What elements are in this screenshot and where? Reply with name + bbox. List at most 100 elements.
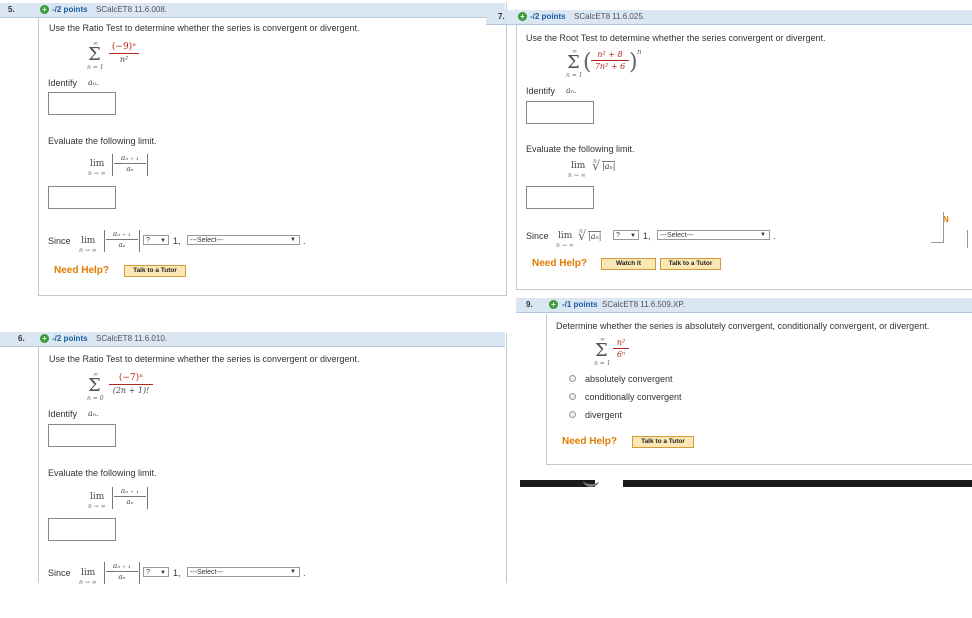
source-label: SCalcET8 11.6.025.	[574, 12, 646, 21]
sum-lower: n = 1	[87, 64, 104, 71]
dropdown-arrow-icon: ▼	[630, 233, 636, 239]
conclusion-select[interactable]: ---Select--- ▼	[187, 235, 300, 245]
since-label: Since	[526, 231, 549, 241]
instruction-text: Use the Ratio Test to determine whether …	[49, 354, 360, 364]
since-lim: lim	[81, 236, 96, 246]
lim-label: lim	[90, 159, 105, 169]
root-body: |aₙ|	[602, 161, 616, 171]
sum-lower: n = 0	[87, 395, 104, 402]
radio-divergent[interactable]	[569, 411, 576, 418]
instruction-text: Use the Ratio Test to determine whether …	[49, 23, 360, 33]
since-lim-sub: n → ∞	[79, 247, 97, 254]
term-denominator: (2n + 1)!	[112, 386, 150, 395]
expand-icon[interactable]: +	[40, 5, 49, 14]
series-term: n² + 8 7n² + 6	[591, 50, 629, 71]
comparison-select-value: ?	[616, 232, 620, 239]
expand-icon[interactable]: +	[40, 334, 49, 343]
edge-divider	[967, 230, 968, 248]
series-term: n² 6ⁿ	[613, 338, 629, 359]
dropdown-arrow-icon: ▼	[760, 232, 766, 238]
comparison-select[interactable]: ? ▼	[143, 567, 169, 577]
question-7-header: 7. + -/2 points SCalcET8 11.6.025.	[486, 10, 972, 25]
since-label: Since	[48, 568, 71, 578]
an-answer-input[interactable]	[48, 424, 116, 447]
question-number: 9.	[526, 300, 533, 309]
need-help-label: Need Help?	[54, 265, 110, 276]
conclusion-select[interactable]: ---Select--- ▼	[187, 567, 300, 577]
series-term: (−9)ⁿ n²	[109, 42, 139, 64]
radical-sign: √	[592, 159, 601, 174]
comparison-select-value: ?	[146, 569, 150, 576]
identify-label: Identify	[48, 409, 78, 419]
series-term: (−7)ⁿ (2n + 1)!	[109, 373, 153, 395]
instruction-text: Determine whether the series is absolute…	[556, 321, 930, 331]
comparison-select[interactable]: ? ▼	[143, 235, 169, 245]
lim-subscript: n → ∞	[88, 503, 106, 510]
since-root-body: |aₙ|	[588, 231, 602, 241]
need-help-label: Need Help?	[562, 436, 618, 447]
points-label: -/2 points	[52, 5, 88, 14]
term-numerator: (−7)ⁿ	[118, 373, 144, 383]
points-label: -/2 points	[52, 334, 88, 343]
an-answer-input[interactable]	[526, 101, 594, 124]
talk-to-tutor-button[interactable]: Talk to a Tutor	[632, 436, 694, 448]
comparison-select-value: ?	[146, 237, 150, 244]
points-label: -/1 points	[562, 300, 598, 309]
instruction-text: Use the Root Test to determine whether t…	[526, 33, 826, 43]
limit-answer-input[interactable]	[526, 186, 594, 209]
dropdown-arrow-icon: ▼	[290, 237, 296, 243]
source-label: SCalcET8 11.6.008.	[96, 5, 168, 14]
talk-to-tutor-button[interactable]: Talk to a Tutor	[124, 265, 186, 277]
term-denominator: n²	[119, 55, 129, 64]
term-denominator: 6ⁿ	[616, 350, 626, 359]
evaluate-label: Evaluate the following limit.	[48, 136, 157, 146]
power-exponent: n	[637, 48, 642, 56]
option-conditionally: conditionally convergent	[585, 392, 682, 402]
limit-answer-input[interactable]	[48, 186, 116, 209]
term-numerator: n²	[616, 338, 626, 347]
sigma-symbol: Σ	[595, 340, 608, 361]
comparison-select[interactable]: ? ▼	[613, 230, 639, 240]
radio-conditionally[interactable]	[569, 393, 576, 400]
an-answer-input[interactable]	[48, 92, 116, 115]
one-label: 1,	[173, 236, 181, 246]
sum-lower: n = 1	[566, 72, 583, 79]
since-ratio: aₙ ₊ ₁ aₙ	[106, 230, 138, 249]
since-label: Since	[48, 236, 71, 246]
question-number: 7.	[498, 12, 505, 21]
question-9-header: 9. + -/1 points SCalcET8 11.6.509.XP.	[516, 298, 972, 313]
ratio-denominator: aₙ	[126, 498, 134, 506]
conclusion-select-value: ---Select---	[660, 232, 694, 239]
evaluate-label: Evaluate the following limit.	[526, 144, 635, 154]
expand-icon[interactable]: +	[549, 300, 558, 309]
identify-label: Identify	[48, 78, 78, 88]
identify-var: aₙ.	[88, 78, 99, 87]
sigma-symbol: Σ	[88, 375, 101, 396]
since-ratio-num: aₙ ₊ ₁	[113, 562, 131, 570]
one-label: 1,	[173, 568, 181, 578]
ratio-denominator: aₙ	[126, 165, 134, 173]
divider-curve	[583, 474, 599, 487]
ratio-numerator: aₙ ₊ ₁	[121, 154, 139, 162]
one-label: 1,	[643, 231, 651, 241]
question-6-header: 6. + -/2 points SCalcET8 11.6.010.	[0, 332, 505, 347]
conclusion-select-value: ---Select---	[190, 569, 224, 576]
radio-absolutely[interactable]	[569, 375, 576, 382]
since-ratio-den: aₙ	[118, 573, 126, 581]
points-label: -/2 points	[530, 12, 566, 21]
since-radical: √	[578, 229, 587, 244]
conclusion-select[interactable]: ---Select--- ▼	[657, 230, 770, 240]
sum-lower: n = 1	[594, 360, 611, 367]
dropdown-arrow-icon: ▼	[290, 569, 296, 575]
question-5-header: 5. + -/2 points SCalcET8 11.6.008.	[0, 3, 505, 18]
expand-icon[interactable]: +	[518, 12, 527, 21]
ratio-numerator: aₙ ₊ ₁	[121, 487, 139, 495]
dropdown-arrow-icon: ▼	[160, 570, 166, 576]
identify-var: aₙ.	[566, 86, 577, 95]
talk-to-tutor-button[interactable]: Talk to a Tutor	[660, 258, 721, 270]
limit-answer-input[interactable]	[48, 518, 116, 541]
identify-var: aₙ.	[88, 409, 99, 418]
since-lim-sub: n → ∞	[79, 579, 97, 586]
question-number: 5.	[8, 5, 15, 14]
watch-it-button[interactable]: Watch It	[601, 258, 656, 270]
